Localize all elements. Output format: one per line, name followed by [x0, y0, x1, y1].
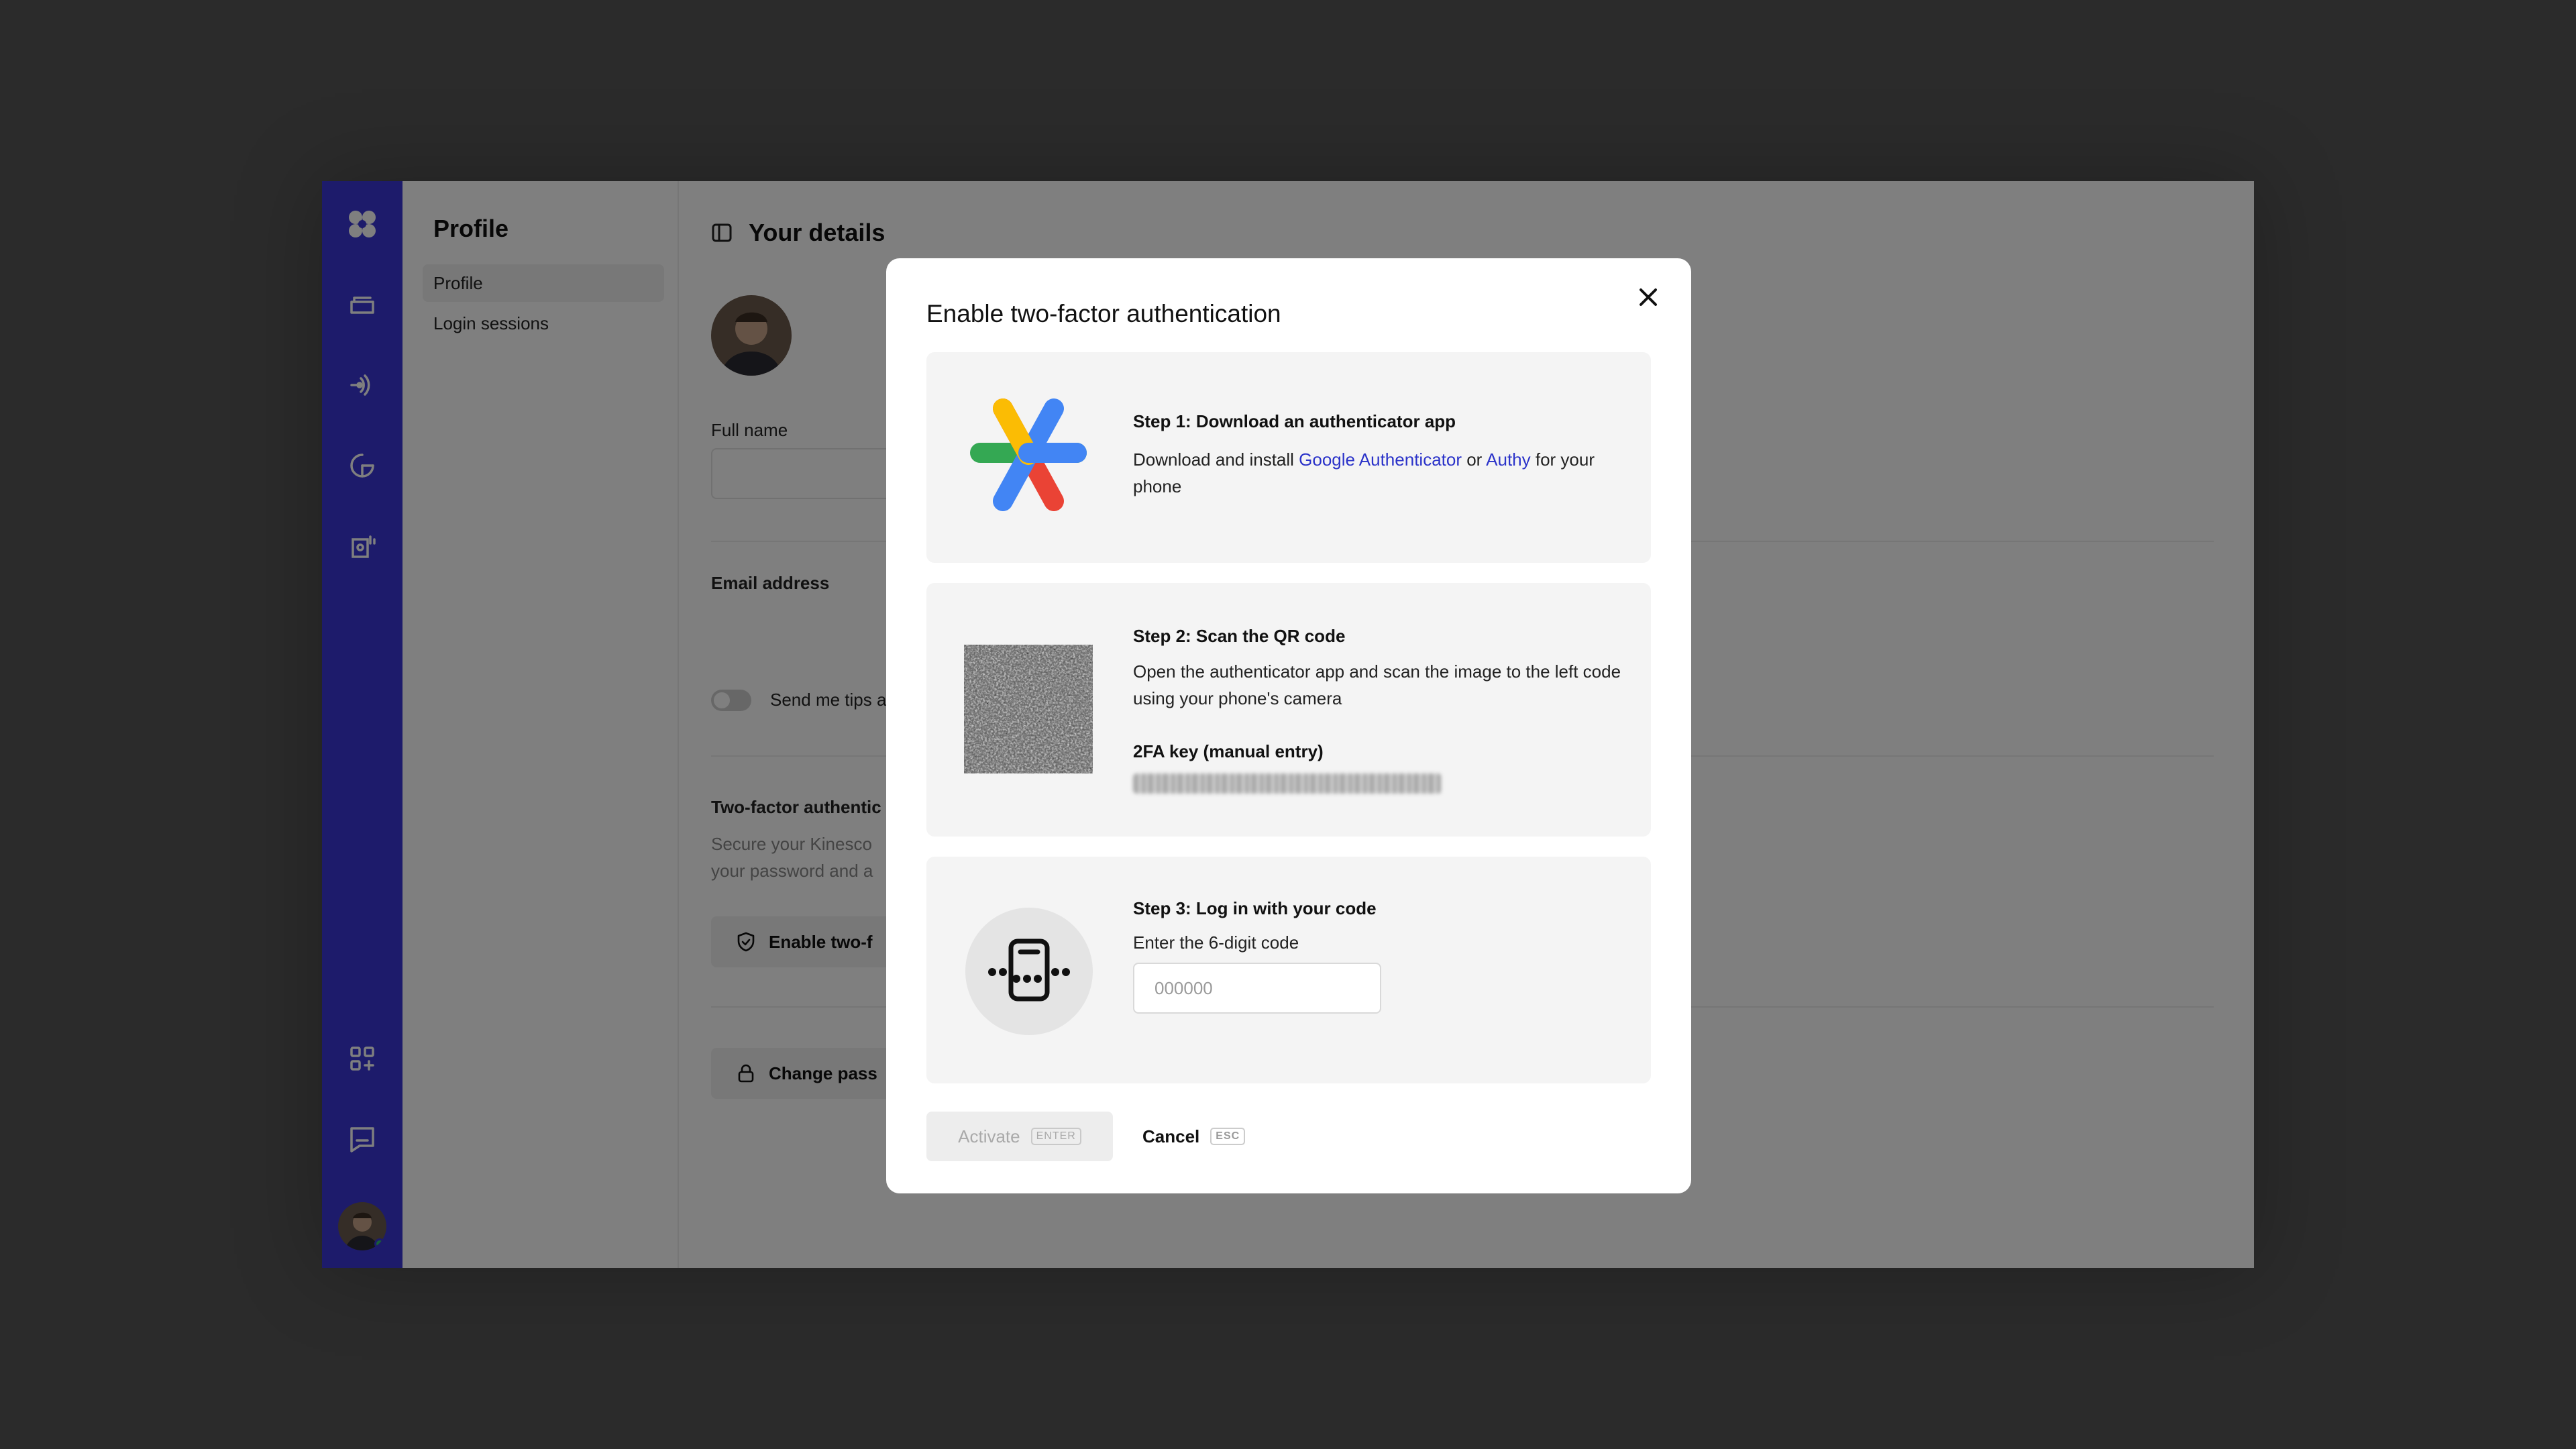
step-1-desc: Download and install Google Authenticato… [1133, 446, 1629, 500]
enter-key-hint: ENTER [1030, 1128, 1081, 1145]
step-2-title: Step 2: Scan the QR code [1133, 626, 1346, 646]
step-3-title: Step 3: Log in with your code [1133, 898, 1377, 918]
step-1-title: Step 1: Download an authenticator app [1133, 411, 1456, 431]
step-1-card: Step 1: Download an authenticator app Do… [926, 352, 1651, 563]
step-3-desc: Enter the 6-digit code [1133, 932, 1299, 953]
cancel-button[interactable]: Cancel ESC [1142, 1126, 1246, 1147]
step-1-desc-mid: or [1462, 449, 1487, 470]
activate-button[interactable]: Activate ENTER [926, 1112, 1113, 1161]
esc-key-hint: ESC [1210, 1128, 1246, 1145]
cancel-label: Cancel [1142, 1126, 1200, 1146]
activate-label: Activate [958, 1126, 1020, 1146]
step-2-card: Step 2: Scan the QR code Open the authen… [926, 583, 1651, 837]
code-input[interactable] [1133, 963, 1381, 1014]
twofa-key-label: 2FA key (manual entry) [1133, 741, 1324, 761]
code-entry-icon [965, 908, 1093, 1035]
qr-code [964, 645, 1093, 773]
enable-2fa-modal: Enable two-factor authentication Step 1:… [886, 258, 1691, 1193]
step-2-desc: Open the authenticator app and scan the … [1133, 661, 1621, 708]
modal-title: Enable two-factor authentication [926, 300, 1281, 327]
modal-actions: Activate ENTER Cancel ESC [926, 1112, 1246, 1161]
authy-link[interactable]: Authy [1486, 449, 1531, 470]
step-3-card: Step 3: Log in with your code Enter the … [926, 857, 1651, 1083]
step-1-desc-prefix: Download and install [1133, 449, 1299, 470]
close-icon[interactable] [1629, 278, 1667, 316]
authenticator-logo-icon [970, 398, 1087, 511]
google-authenticator-link[interactable]: Google Authenticator [1299, 449, 1462, 470]
twofa-key-value[interactable] [1133, 773, 1442, 794]
